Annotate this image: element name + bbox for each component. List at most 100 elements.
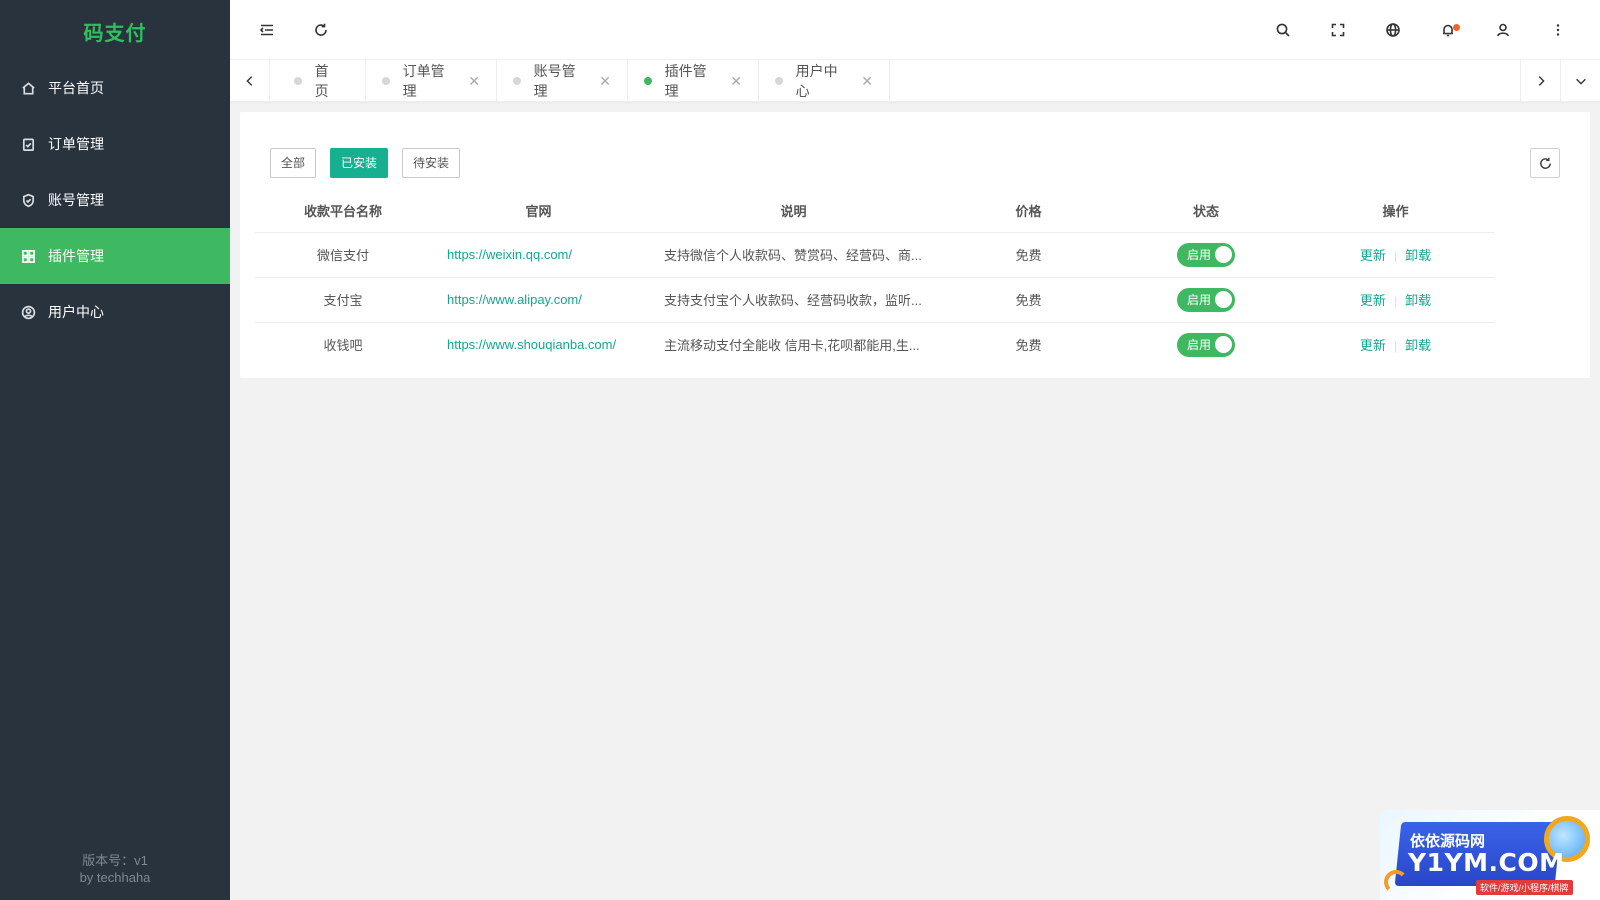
- sidebar-item-home[interactable]: 平台首页: [0, 60, 230, 116]
- grid-icon: [20, 248, 36, 264]
- menu-fold-icon[interactable]: [255, 18, 279, 42]
- search-icon[interactable]: [1271, 18, 1295, 42]
- refresh-icon[interactable]: [309, 18, 333, 42]
- top-header: [230, 0, 1600, 60]
- column-header: 官网: [525, 204, 552, 220]
- price: 免费: [941, 231, 1116, 277]
- uninstall-link[interactable]: 卸载: [1405, 293, 1431, 308]
- tab-status-dot: [513, 77, 521, 85]
- refresh-icon: [1539, 157, 1551, 169]
- notification-dot: [1453, 24, 1460, 31]
- clipboard-check-icon: [20, 136, 36, 152]
- sidebar: 码支付 平台首页 订单管理 账号管理 插件管理 用户中心 版本号：v1 by t…: [0, 0, 230, 900]
- filter-installed-button[interactable]: 已安装: [330, 148, 389, 178]
- update-link[interactable]: 更新: [1360, 338, 1386, 353]
- tabs-scroll-left[interactable]: [230, 60, 270, 102]
- separator: |: [1393, 339, 1398, 354]
- tab-home[interactable]: 首页: [270, 60, 366, 102]
- swirl-decoration: [1384, 870, 1408, 894]
- price: 免费: [941, 276, 1116, 322]
- tab-label: 首页: [314, 63, 329, 99]
- table-row: 收钱吧 https://www.shouqianba.com/ 主流移动支付全能…: [255, 321, 1495, 367]
- tab-plugins[interactable]: 插件管理 ✕: [628, 60, 759, 102]
- tab-status-dot: [775, 77, 783, 85]
- table-refresh-button[interactable]: [1530, 148, 1560, 178]
- status-cell: 启用: [1116, 321, 1296, 367]
- actions-cell: 更新 | 卸载: [1296, 321, 1495, 367]
- version-info: 版本号：v1 by techhaha: [0, 852, 230, 886]
- watermark-tagline: 软件/游戏/小程序/棋牌: [1476, 880, 1573, 895]
- table-row: 支付宝 https://www.alipay.com/ 支持支付宝个人收款码、经…: [255, 276, 1495, 322]
- close-icon[interactable]: ✕: [599, 74, 611, 88]
- status-cell: 启用: [1116, 231, 1296, 277]
- update-link[interactable]: 更新: [1360, 248, 1386, 263]
- close-icon[interactable]: ✕: [468, 74, 480, 88]
- home-icon: [20, 80, 36, 96]
- close-icon[interactable]: ✕: [730, 74, 742, 88]
- watermark-domain: Y1YM.COM: [1408, 848, 1565, 877]
- fullscreen-icon[interactable]: [1326, 18, 1350, 42]
- sidebar-item-accounts[interactable]: 账号管理: [0, 172, 230, 228]
- status-toggle[interactable]: 启用: [1177, 287, 1235, 312]
- globe-icon[interactable]: [1381, 18, 1405, 42]
- uninstall-link[interactable]: 卸载: [1405, 248, 1431, 263]
- shield-check-icon: [20, 192, 36, 208]
- sidebar-item-orders[interactable]: 订单管理: [0, 116, 230, 172]
- status-toggle[interactable]: 启用: [1177, 332, 1235, 357]
- version-text: 版本号：v1: [82, 853, 148, 868]
- user-icon[interactable]: [1491, 18, 1515, 42]
- status-toggle[interactable]: 启用: [1177, 242, 1235, 267]
- tab-status-dot: [644, 77, 652, 85]
- tab-label: 订单管理: [402, 63, 445, 99]
- tab-label: 账号管理: [533, 63, 576, 99]
- toggle-knob: [1215, 336, 1232, 354]
- filter-pending-button[interactable]: 待安装: [402, 148, 461, 178]
- column-header: 价格: [1015, 204, 1042, 220]
- app-logo: 码支付: [83, 23, 147, 45]
- price: 免费: [941, 321, 1116, 367]
- toggle-knob: [1215, 291, 1232, 308]
- bell-icon[interactable]: [1436, 18, 1460, 42]
- chevron-down-icon: [1575, 78, 1586, 85]
- website-link[interactable]: https://www.alipay.com/: [431, 276, 646, 322]
- tab-label: 用户中心: [795, 63, 838, 99]
- table-header-row: 收款平台名称 官网 说明 价格 状态 操作: [255, 190, 1495, 232]
- column-header: 说明: [780, 204, 807, 220]
- watermark-badge: 依依源码网 Y1YM.COM 软件/游戏/小程序/棋牌: [1380, 810, 1600, 900]
- sidebar-item-label: 插件管理: [48, 248, 104, 264]
- uninstall-link[interactable]: 卸载: [1405, 338, 1431, 353]
- column-header: 操作: [1382, 204, 1409, 220]
- status-toggle-label: 启用: [1187, 248, 1212, 262]
- website-link[interactable]: https://www.shouqianba.com/: [431, 321, 646, 367]
- chevron-left-icon: [245, 76, 252, 86]
- plugin-list-card: 全部 已安装 待安装 收款平台名称 官网 说明 价格 状态 操作 微信支付 ht…: [240, 112, 1590, 378]
- platform-name: 收钱吧: [255, 321, 431, 367]
- description: 支持支付宝个人收款码、经营码收款，监听...: [646, 276, 941, 322]
- tabs-dropdown[interactable]: [1560, 60, 1600, 102]
- actions-cell: 更新 | 卸载: [1296, 231, 1495, 277]
- more-icon[interactable]: [1546, 18, 1570, 42]
- status-cell: 启用: [1116, 276, 1296, 322]
- chevron-right-icon: [1538, 76, 1545, 86]
- separator: |: [1393, 294, 1398, 308]
- tabs-scroll-right[interactable]: [1520, 60, 1560, 102]
- filter-all-button[interactable]: 全部: [270, 148, 317, 178]
- website-link[interactable]: https://weixin.qq.com/: [431, 231, 646, 277]
- close-icon[interactable]: ✕: [861, 74, 873, 88]
- tab-label: 插件管理: [664, 63, 707, 99]
- status-toggle-label: 启用: [1187, 338, 1212, 353]
- sidebar-item-plugins[interactable]: 插件管理: [0, 228, 230, 284]
- author-text: by techhaha: [79, 870, 151, 885]
- sidebar-item-label: 账号管理: [48, 192, 104, 208]
- tab-user-center[interactable]: 用户中心 ✕: [759, 60, 890, 102]
- tab-status-dot: [294, 77, 302, 85]
- description: 主流移动支付全能收 信用卡,花呗都能用,生...: [646, 321, 941, 367]
- description: 支持微信个人收款码、赞赏码、经营码、商...: [646, 231, 941, 277]
- update-link[interactable]: 更新: [1360, 293, 1386, 308]
- tab-accounts[interactable]: 账号管理 ✕: [497, 60, 628, 102]
- sidebar-item-user-center[interactable]: 用户中心: [0, 284, 230, 340]
- column-header: 收款平台名称: [303, 204, 382, 220]
- sidebar-item-label: 平台首页: [48, 80, 104, 96]
- plugin-table: 收款平台名称 官网 说明 价格 状态 操作 微信支付 https://weixi…: [255, 190, 1495, 367]
- tab-orders[interactable]: 订单管理 ✕: [366, 60, 497, 102]
